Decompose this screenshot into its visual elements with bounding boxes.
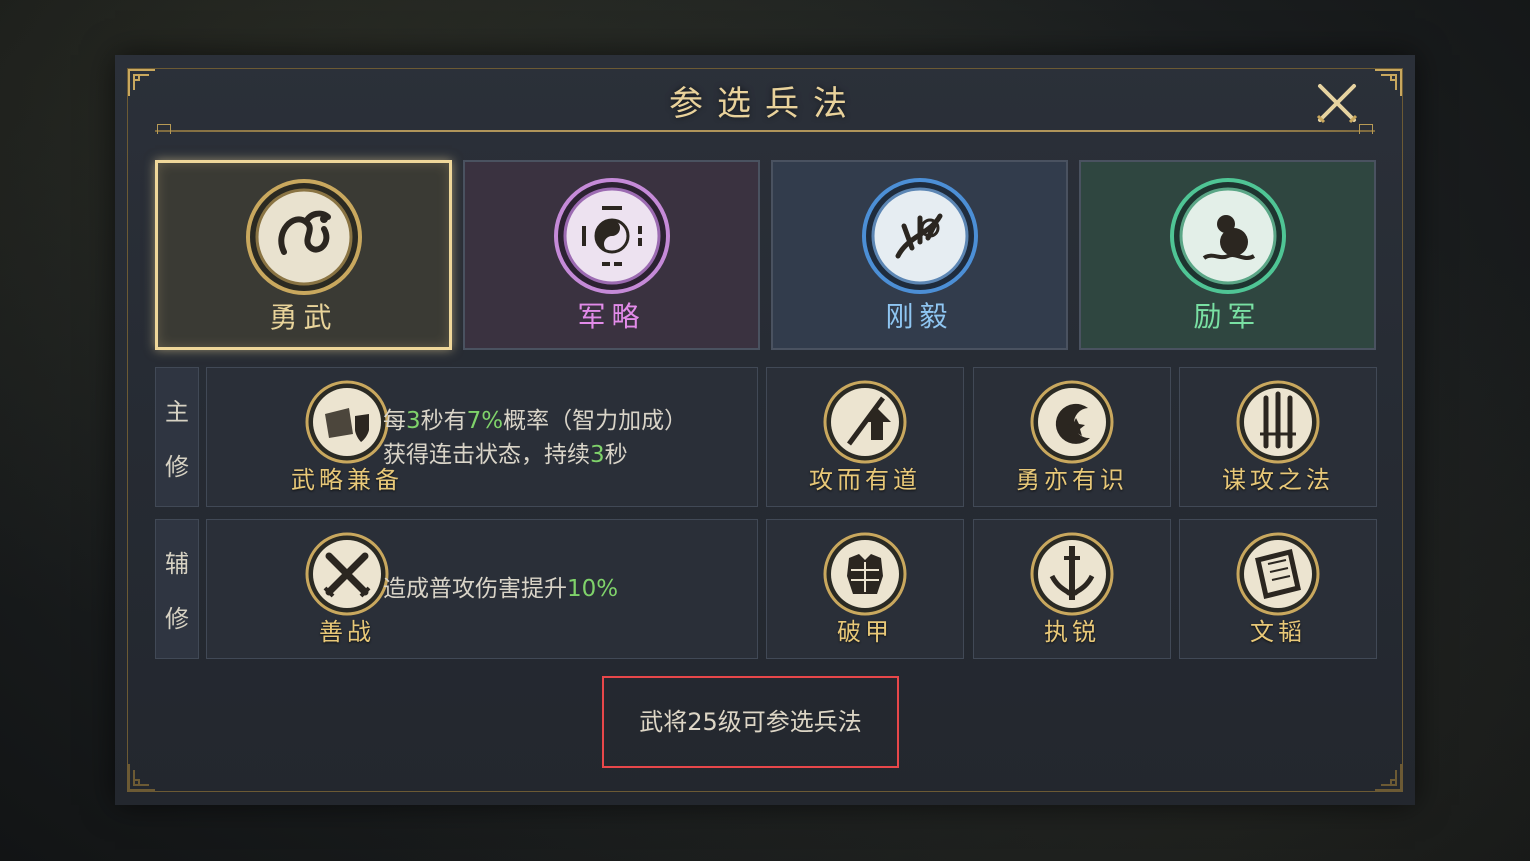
sword-wings-icon xyxy=(1030,532,1114,616)
type-label: 励军 xyxy=(1193,300,1262,333)
row-label-char: 辅 xyxy=(165,550,189,578)
corner-ornament-icon xyxy=(127,762,157,792)
gourd-emblem-icon xyxy=(1168,176,1288,296)
three-swords-icon xyxy=(1236,380,1320,464)
armor-icon xyxy=(823,532,907,616)
sub-selected-skill[interactable]: 善战 造成普攻伤害提升10% xyxy=(206,519,758,659)
type-label: 军略 xyxy=(577,300,646,333)
skill-option[interactable]: 执锐 xyxy=(973,519,1171,659)
taiji-emblem-icon xyxy=(552,176,672,296)
scroll-icon xyxy=(1236,532,1320,616)
divider-ornament xyxy=(1359,124,1373,134)
skill-option[interactable]: 攻而有道 xyxy=(766,367,964,507)
type-tab-yongwu[interactable]: 勇武 xyxy=(155,160,452,350)
title-divider xyxy=(155,130,1375,132)
row-label-char: 主 xyxy=(165,398,189,426)
skill-name: 破甲 xyxy=(837,618,893,646)
type-label: 勇武 xyxy=(269,301,338,334)
row-label-char: 修 xyxy=(165,605,189,633)
skill-option[interactable]: 勇亦有识 xyxy=(973,367,1171,507)
type-label: 刚毅 xyxy=(885,300,954,333)
skill-name: 谋攻之法 xyxy=(1222,466,1334,494)
type-tab-gangyi[interactable]: 刚毅 xyxy=(771,160,1068,350)
level-requirement-note: 武将25级可参选兵法 xyxy=(602,676,899,768)
skill-option[interactable]: 谋攻之法 xyxy=(1179,367,1377,507)
close-button[interactable] xyxy=(1314,80,1360,126)
skill-name: 善战 xyxy=(319,618,375,646)
skill-option[interactable]: 破甲 xyxy=(766,519,964,659)
sub-row-label: 辅 修 xyxy=(155,519,199,659)
corner-ornament-icon xyxy=(1373,762,1403,792)
skill-description-line: 每3秒有7%概率（智力加成） xyxy=(383,408,688,434)
type-tab-lijun[interactable]: 励军 xyxy=(1079,160,1376,350)
type-tab-junlue[interactable]: 军略 xyxy=(463,160,760,350)
skill-option[interactable]: 文韬 xyxy=(1179,519,1377,659)
divider-ornament xyxy=(157,124,171,134)
skill-name: 执锐 xyxy=(1044,618,1100,646)
crossed-swords-icon xyxy=(305,532,389,616)
crossed-blades-close-icon xyxy=(1316,84,1358,124)
main-selected-skill[interactable]: 武略兼备 每3秒有7%概率（智力加成） 获得连击状态，持续3秒 xyxy=(206,367,758,507)
row-label-char: 修 xyxy=(165,453,189,481)
skill-name: 文韬 xyxy=(1250,618,1306,646)
dragon-emblem-icon xyxy=(244,177,364,297)
skill-description-line: 获得连击状态，持续3秒 xyxy=(383,442,628,468)
corner-ornament-icon xyxy=(1373,68,1403,98)
skill-name: 勇亦有识 xyxy=(1016,466,1128,494)
skill-description-line: 造成普攻伤害提升10% xyxy=(383,576,619,602)
skill-name: 攻而有道 xyxy=(809,466,921,494)
corner-ornament-icon xyxy=(127,68,157,98)
spear-arrow-icon xyxy=(823,380,907,464)
main-row-label: 主 修 xyxy=(155,367,199,507)
scroll-shield-icon xyxy=(305,380,389,464)
crescent-star-icon xyxy=(1030,380,1114,464)
dialog-title: 参选兵法 xyxy=(669,84,861,124)
phoenix-emblem-icon xyxy=(860,176,980,296)
